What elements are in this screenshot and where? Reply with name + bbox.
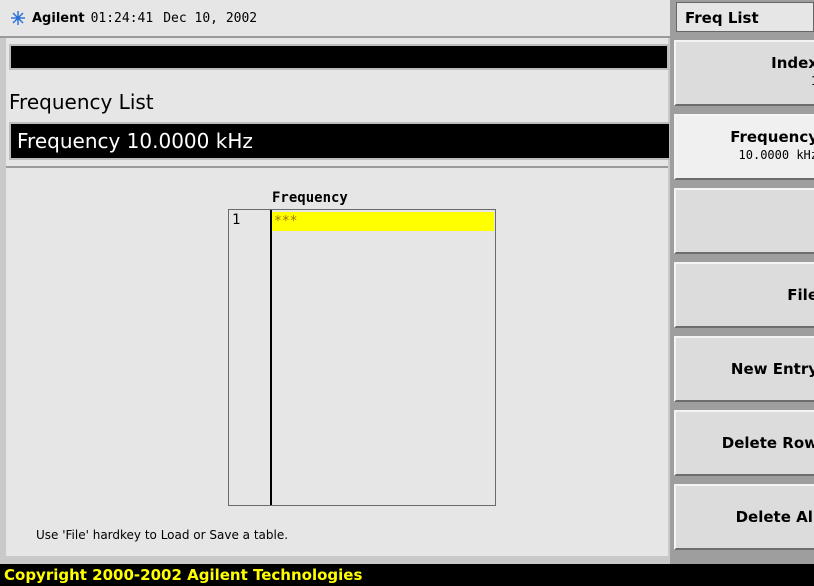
- softkey-label: Frequency: [730, 128, 814, 146]
- softkey-delete-row[interactable]: Delete Row: [674, 410, 814, 476]
- softkey-file[interactable]: File: [674, 262, 814, 328]
- clock-date: Dec 10, 2002: [163, 10, 258, 26]
- softkey-label: Delete Row: [721, 434, 814, 452]
- page-title: Frequency List: [9, 90, 154, 114]
- status-header: Agilent 01:24:41 Dec 10, 2002: [0, 0, 670, 38]
- softkey-value: 10.0000 kHz: [738, 148, 814, 162]
- softkey-delete-all[interactable]: Delete All: [674, 484, 814, 550]
- softkey-panel: Freq List Index 1 Frequency 10.0000 kHz …: [670, 0, 814, 564]
- message-bar: [9, 44, 669, 70]
- softkey-label: Delete All: [735, 508, 814, 526]
- softkey-label: File: [787, 286, 814, 304]
- hint-text: Use 'File' hardkey to Load or Save a tab…: [36, 528, 289, 542]
- copyright-footer: Copyright 2000-2002 Agilent Technologies: [0, 564, 814, 586]
- softkey-index[interactable]: Index 1: [674, 40, 814, 106]
- softkey-new-entry[interactable]: New Entry: [674, 336, 814, 402]
- index-column: [229, 210, 272, 505]
- softkey-blank[interactable]: [674, 188, 814, 254]
- row-value: ***: [274, 214, 298, 229]
- divider: [6, 166, 668, 168]
- softkey-frequency[interactable]: Frequency 10.0000 kHz: [674, 114, 814, 180]
- column-header-frequency: Frequency: [272, 190, 348, 206]
- menu-title: Freq List: [676, 2, 814, 32]
- active-entry-text: Frequency 10.0000 kHz: [17, 129, 253, 153]
- clock-time: 01:24:41: [90, 10, 154, 26]
- softkey-label: Index: [771, 54, 814, 72]
- active-entry-field[interactable]: Frequency 10.0000 kHz: [9, 122, 671, 160]
- row-index: 1: [232, 212, 241, 228]
- brand-name: Agilent: [32, 10, 85, 26]
- table-row-selected[interactable]: ***: [272, 212, 494, 231]
- frequency-table[interactable]: 1 ***: [228, 209, 496, 506]
- softkey-label: New Entry: [730, 360, 814, 378]
- agilent-spark-icon: [11, 11, 25, 25]
